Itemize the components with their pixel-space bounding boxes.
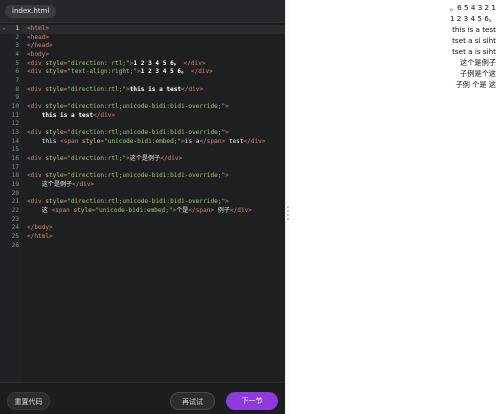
code-area[interactable]: 1 ▸ <html> 2 <head> 3 </head> 4 <body> 5 <div styl… xyxy=(0,25,285,250)
line-number: 22 xyxy=(11,207,19,215)
line-number: 14 xyxy=(11,137,19,145)
code-text: 这 <span style="unicode-bidi:embed;">个是</… xyxy=(41,207,252,215)
code-text: <div style="direction:rtl;unicode-bidi:b… xyxy=(27,129,229,137)
code-text: <div style="text-align:right;">1 2 3 4 5… xyxy=(27,68,213,76)
code-line[interactable]: 18 <div style="direction:rtl;unicode-bidi… xyxy=(0,172,285,181)
code-line[interactable]: 13 <div style="direction:rtl;unicode-bidi… xyxy=(0,129,285,138)
preview-line: tset a is siht xyxy=(452,47,496,56)
line-number: 9 xyxy=(15,94,19,102)
line-number: 7 xyxy=(15,77,19,85)
code-line[interactable]: 1 ▸ <html> xyxy=(0,25,285,34)
line-number: 20 xyxy=(11,189,19,197)
line-number: 10 xyxy=(11,103,19,111)
code-line[interactable]: 2 <head> xyxy=(0,34,285,43)
line-number: 13 xyxy=(11,129,19,137)
line-number: 24 xyxy=(11,224,19,232)
line-number: 19 xyxy=(11,181,19,189)
code-line[interactable]: 23 xyxy=(0,216,285,225)
code-line[interactable]: 17 xyxy=(0,164,285,173)
line-number: 23 xyxy=(11,215,19,223)
line-number: 4 xyxy=(15,51,19,59)
code-line[interactable]: 16 <div style="direction:rtl;">这个是例子</div… xyxy=(0,155,285,164)
preview-line: 子例是个这 xyxy=(460,69,496,78)
preview-line: 。6 5 4 3 2 1 xyxy=(449,3,496,12)
code-line[interactable]: 11 this is a test</div> xyxy=(0,112,285,121)
preview-line: tset a si siht xyxy=(452,36,496,45)
preview-line: 1 2 3 4 5 6。 xyxy=(449,14,496,23)
code-line[interactable]: 15 xyxy=(0,146,285,155)
reset-code-button[interactable]: 重置代码 xyxy=(7,392,50,410)
line-number: 16 xyxy=(11,155,19,163)
code-line[interactable]: 21 <div style="direction:rtl;unicode-bidi… xyxy=(0,198,285,207)
code-text: <head> xyxy=(27,33,50,41)
code-text: <div style="direction:rtl;unicode-bidi:b… xyxy=(27,103,229,111)
preview-pane: 。6 5 4 3 2 1 1 2 3 4 5 6。 this is a test… xyxy=(290,0,500,414)
code-text: </head> xyxy=(27,42,53,50)
line-number: 18 xyxy=(11,172,19,180)
code-line[interactable]: 20 xyxy=(0,190,285,199)
preview-line: 子例 个是 这 xyxy=(455,80,496,89)
code-line[interactable]: 25 </html> xyxy=(0,233,285,242)
code-editor-pane: index.html 1 ▸ <html> 2 <head> 3 </head> 4 <body… xyxy=(0,0,285,414)
line-number: 17 xyxy=(11,163,19,171)
line-number: 26 xyxy=(11,241,19,249)
code-line[interactable]: 4 <body> xyxy=(0,51,285,60)
code-line[interactable]: 6 <div style="text-align:right;">1 2 3 4 … xyxy=(0,68,285,77)
splitter-grip-icon[interactable] xyxy=(287,206,289,222)
code-line[interactable]: 7 xyxy=(0,77,285,86)
code-line[interactable]: 9 xyxy=(0,94,285,103)
code-text: <div style="direction: rtl;">1 2 3 4 5 6… xyxy=(27,59,206,67)
code-text: <div style="direction:rtl;">这个是例子</div> xyxy=(27,155,183,163)
code-text: <body> xyxy=(27,51,50,59)
line-number: 15 xyxy=(11,146,19,154)
code-text: <div style="direction:rtl;unicode-bidi:b… xyxy=(27,198,229,206)
code-text: <html> xyxy=(27,25,50,32)
code-text: <div style="direction:rtl;unicode-bidi:b… xyxy=(27,172,229,180)
line-number: 6 xyxy=(15,68,19,76)
line-number: 2 xyxy=(15,33,19,41)
code-line[interactable]: 5 <div style="direction: rtl;">1 2 3 4 5 … xyxy=(0,60,285,69)
line-number: 21 xyxy=(11,198,19,206)
code-text: this is a test</div> xyxy=(41,111,116,119)
code-line[interactable]: 8 <div style="direction:rtl;">this is a t… xyxy=(0,86,285,95)
line-number: 3 xyxy=(15,42,19,50)
code-line[interactable]: 14 this <span style="unicode-bidi:embed;… xyxy=(0,138,285,147)
line-number: 12 xyxy=(11,120,19,128)
code-line[interactable]: 10 <div style="direction:rtl;unicode-bidi… xyxy=(0,103,285,112)
code-text: <div style="direction:rtl;">this is a te… xyxy=(27,85,204,93)
line-number: 25 xyxy=(11,233,19,241)
try-again-button[interactable]: 再试试 xyxy=(170,392,215,410)
preview-line: 这个是例子 xyxy=(460,58,496,67)
line-number: 5 xyxy=(15,59,19,67)
preview-line: this is a test xyxy=(452,25,496,34)
code-line[interactable]: 3 </head> xyxy=(0,42,285,51)
file-tab-index-html[interactable]: index.html xyxy=(5,5,57,18)
line-number: 8 xyxy=(15,85,19,93)
code-line[interactable]: 12 xyxy=(0,120,285,129)
code-text: this <span style="unicode-bidi:embed;">i… xyxy=(41,137,266,145)
next-section-button[interactable]: 下一节 xyxy=(226,392,278,410)
editor-action-bar: 重置代码 再试试 下一节 xyxy=(0,382,285,414)
code-line[interactable]: 19 这个是例子</div> xyxy=(0,181,285,190)
code-line[interactable]: 22 这 <span style="unicode-bidi:embed;">个… xyxy=(0,207,285,216)
code-text: 这个是例子</div> xyxy=(41,181,95,189)
fold-arrow-icon[interactable]: ▸ xyxy=(3,25,6,34)
code-line[interactable]: 24 </body> xyxy=(0,224,285,233)
editor-tab-bar: index.html xyxy=(0,0,285,23)
code-line[interactable]: 26 xyxy=(0,242,285,251)
code-text: </body> xyxy=(27,224,53,232)
code-text: </html> xyxy=(27,233,53,241)
line-number: 11 xyxy=(11,111,19,119)
